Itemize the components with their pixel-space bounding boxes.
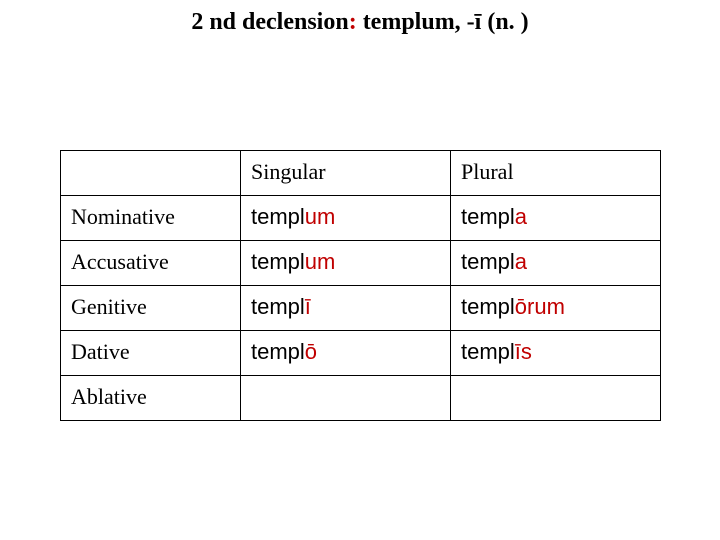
stem: templ bbox=[251, 294, 305, 319]
form-plural: templōrum bbox=[451, 286, 661, 331]
ending: ōrum bbox=[515, 294, 565, 319]
form-plural: templa bbox=[451, 196, 661, 241]
table-row: Dative templō templīs bbox=[61, 331, 661, 376]
ending: ī bbox=[305, 294, 311, 319]
page-title: 2 nd declension: templum, -ī (n. ) bbox=[0, 8, 720, 37]
header-plural: Plural bbox=[451, 151, 661, 196]
title-part-b: templum, -ī (n. ) bbox=[357, 9, 529, 35]
form-plural bbox=[451, 376, 661, 421]
ending: īs bbox=[515, 339, 532, 364]
stem: templ bbox=[461, 204, 515, 229]
ending: a bbox=[515, 204, 527, 229]
declension-table: Singular Plural Nominative templum templ… bbox=[60, 150, 661, 421]
case-label: Ablative bbox=[61, 376, 241, 421]
table-row: Nominative templum templa bbox=[61, 196, 661, 241]
ending: um bbox=[305, 204, 336, 229]
title-colon: : bbox=[349, 9, 357, 35]
case-label: Accusative bbox=[61, 241, 241, 286]
slide: 2 nd declension: templum, -ī (n. ) Singu… bbox=[0, 0, 720, 540]
header-blank bbox=[61, 151, 241, 196]
form-plural: templa bbox=[451, 241, 661, 286]
form-singular: templum bbox=[241, 241, 451, 286]
ending: ō bbox=[305, 339, 317, 364]
ending: a bbox=[515, 249, 527, 274]
stem: templ bbox=[251, 249, 305, 274]
ending: um bbox=[305, 249, 336, 274]
header-singular: Singular bbox=[241, 151, 451, 196]
table-row: Genitive templī templōrum bbox=[61, 286, 661, 331]
form-singular: templum bbox=[241, 196, 451, 241]
stem: templ bbox=[461, 249, 515, 274]
form-singular: templī bbox=[241, 286, 451, 331]
stem: templ bbox=[461, 339, 515, 364]
form-plural: templīs bbox=[451, 331, 661, 376]
case-label: Dative bbox=[61, 331, 241, 376]
table-row: Ablative bbox=[61, 376, 661, 421]
stem: templ bbox=[251, 204, 305, 229]
stem: templ bbox=[251, 339, 305, 364]
table-row: Accusative templum templa bbox=[61, 241, 661, 286]
form-singular: templō bbox=[241, 331, 451, 376]
case-label: Nominative bbox=[61, 196, 241, 241]
table-row: Singular Plural bbox=[61, 151, 661, 196]
case-label: Genitive bbox=[61, 286, 241, 331]
title-part-a: 2 nd declension bbox=[191, 9, 348, 35]
stem: templ bbox=[461, 294, 515, 319]
form-singular bbox=[241, 376, 451, 421]
